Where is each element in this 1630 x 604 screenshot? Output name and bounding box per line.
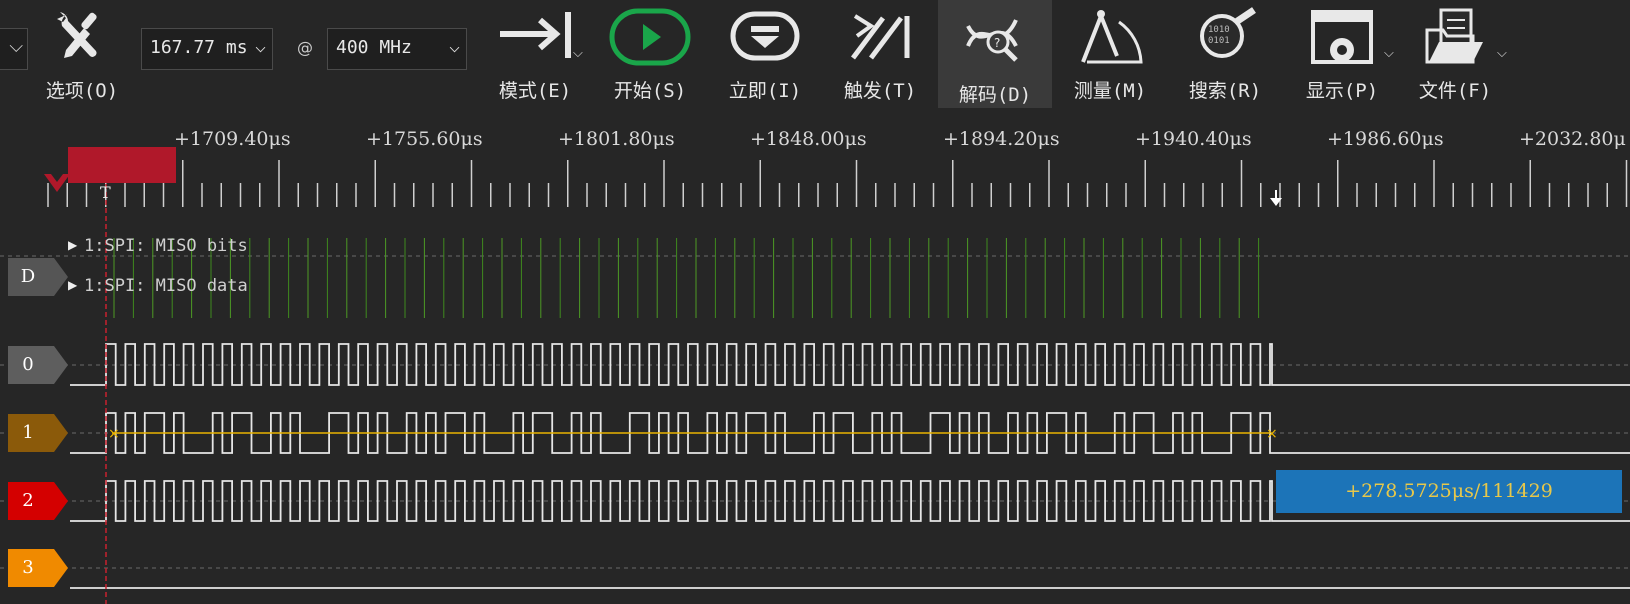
eject-icon	[730, 11, 800, 61]
options-label: 选项(O)	[45, 80, 119, 102]
display-chevron-down-icon[interactable]: ⌵	[1384, 46, 1394, 61]
channel-label: 3	[22, 557, 34, 578]
svg-text:1010: 1010	[1208, 25, 1230, 35]
cursor-start-icon: ×	[108, 426, 120, 442]
time-label: +1848.00μs	[750, 128, 867, 150]
time-label: +1755.60μs	[366, 128, 483, 150]
sample-rate-value: 400 MHz	[336, 37, 412, 58]
window-gear-icon	[1311, 10, 1373, 64]
channel-label: 2	[22, 490, 34, 511]
time-label: +1709.40μs	[174, 128, 291, 150]
time-label: +1894.20μs	[943, 128, 1060, 150]
decode-label: 解码(D)	[958, 84, 1032, 106]
search-label: 搜索(R)	[1188, 80, 1262, 102]
immediate-label: 立即(I)	[728, 80, 802, 102]
chevron-down-icon: ⌵	[9, 36, 23, 57]
expand-arrow-icon[interactable]: ▶	[68, 278, 77, 292]
start-label: 开始(S)	[613, 80, 687, 102]
channel-label: 1	[22, 422, 34, 443]
trigger-slashes-icon	[851, 14, 910, 60]
time-label: +2032.80μ	[1519, 128, 1626, 150]
left-dropdown[interactable]: ⌵	[0, 28, 28, 70]
display-button[interactable]: 显示(P) ⌵	[1292, 0, 1394, 108]
start-button[interactable]: 开始(S)	[600, 0, 700, 108]
trigger-button[interactable]: 触发(T)	[830, 0, 930, 108]
time-ruler[interactable]: +1709.40μs +1755.60μs +1801.80μs +1848.0…	[0, 108, 1630, 204]
expand-arrow-icon[interactable]: ▶	[68, 238, 77, 252]
time-label: +1940.40μs	[1135, 128, 1252, 150]
compass-ruler-icon	[1081, 10, 1143, 64]
chevron-down-icon: ⌵	[449, 36, 460, 57]
svg-text:0101: 0101	[1208, 36, 1230, 46]
time-label: +1986.60μs	[1327, 128, 1444, 150]
time-label: +1801.80μs	[558, 128, 675, 150]
svg-text:?: ?	[994, 36, 1000, 50]
at-symbol: @	[297, 38, 313, 57]
signal-trace	[70, 412, 1630, 454]
play-circle-icon	[609, 8, 691, 66]
arrow-to-bar-icon	[500, 12, 571, 58]
immediate-button[interactable]: 立即(I)	[715, 0, 815, 108]
channel-tag-decoder[interactable]: D	[8, 258, 68, 296]
display-label: 显示(P)	[1305, 80, 1379, 102]
decoder-label-data: 1:SPI: MISO data	[84, 276, 248, 296]
trigger-arrow-icon[interactable]	[44, 174, 70, 194]
decode-button[interactable]: ? 解码(D)	[938, 0, 1052, 108]
cursor-end-icon: ×	[1266, 426, 1278, 442]
channel-label: 0	[22, 354, 34, 375]
measure-button[interactable]: 测量(M)	[1060, 0, 1160, 108]
trigger-marker: T	[100, 183, 111, 202]
mode-label: 模式(E)	[498, 80, 572, 102]
mode-button[interactable]: 模式(E) ⌵	[485, 0, 585, 108]
wrench-screwdriver-icon	[57, 12, 97, 58]
channel-label: D	[20, 266, 36, 287]
options-button[interactable]: 选项(O)	[42, 0, 122, 108]
search-button[interactable]: 1010 0101 搜索(R)	[1175, 0, 1275, 108]
measurement-readout[interactable]: +278.5725μs/111429	[1276, 470, 1622, 513]
channel-tag-1[interactable]: 1	[8, 414, 68, 452]
chevron-down-icon: ⌵	[255, 36, 266, 57]
file-label: 文件(F)	[1418, 80, 1492, 102]
mode-chevron-down-icon[interactable]: ⌵	[573, 46, 583, 61]
channel-tag-0[interactable]: 0	[8, 346, 68, 384]
trigger-label: 触发(T)	[843, 80, 917, 102]
file-chevron-down-icon[interactable]: ⌵	[1497, 46, 1507, 61]
dna-magnifier-icon: ?	[966, 19, 1018, 62]
duration-value: 167.77 ms	[150, 37, 248, 58]
channel-tag-3[interactable]: 3	[8, 549, 68, 587]
sample-rate-select[interactable]: 400 MHz ⌵	[327, 28, 467, 70]
measure-label: 测量(M)	[1073, 80, 1147, 102]
duration-select[interactable]: 167.77 ms ⌵	[141, 28, 273, 70]
binary-search-icon: 1010 0101	[1200, 7, 1256, 58]
toolbar: ⌵ 选项(O) 167.77 ms ⌵ @ 400 MHz ⌵ 模式(E) ⌵ …	[0, 0, 1630, 108]
channel-tag-2[interactable]: 2	[8, 482, 68, 520]
signal-trace	[70, 343, 1630, 386]
decoder-label-bits: 1:SPI: MISO bits	[84, 236, 248, 256]
file-button[interactable]: 文件(F) ⌵	[1405, 0, 1507, 108]
folder-document-icon	[1425, 8, 1483, 64]
trigger-flag[interactable]	[68, 147, 176, 183]
